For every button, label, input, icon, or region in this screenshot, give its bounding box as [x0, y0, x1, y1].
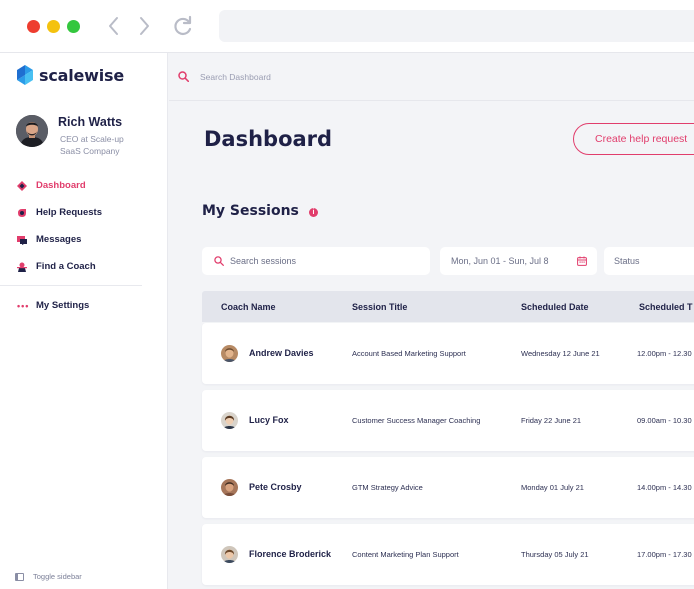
table-row[interactable]: Pete Crosby GTM Strategy Advice Monday 0…	[202, 457, 694, 518]
reload-icon[interactable]	[172, 14, 194, 38]
sidebar-item-label: My Settings	[36, 300, 90, 311]
create-help-request-button[interactable]: Create help request	[573, 123, 694, 155]
find-coach-icon	[17, 262, 27, 272]
date-range-picker[interactable]: Mon, Jun 01 - Sun, Jul 8	[440, 247, 597, 275]
session-title: Customer Success Manager Coaching	[352, 416, 481, 425]
column-header-scheduled-time[interactable]: Scheduled T	[639, 302, 693, 312]
coach-name: Andrew Davies	[249, 348, 314, 358]
search-icon	[214, 256, 224, 266]
search-icon	[178, 71, 189, 82]
sidebar-item-label: Messages	[36, 234, 82, 245]
maximize-window-button[interactable]	[67, 20, 80, 33]
dashboard-search-input[interactable]	[200, 69, 400, 84]
sidebar-item-label: Find a Coach	[36, 261, 96, 272]
sessions-search-input[interactable]	[230, 256, 420, 266]
page-title: Dashboard	[204, 127, 333, 151]
sidebar-item-dashboard[interactable]: Dashboard	[0, 172, 167, 199]
session-title: Account Based Marketing Support	[352, 349, 466, 358]
session-title: Content Marketing Plan Support	[352, 550, 459, 559]
scheduled-time: 09.00am - 10.30	[637, 416, 692, 425]
avatar	[221, 546, 238, 563]
browser-chrome	[0, 0, 694, 53]
more-dots-icon: •••	[17, 300, 30, 311]
status-filter-select[interactable]: Status	[604, 247, 694, 275]
address-bar[interactable]	[219, 10, 694, 42]
sidebar-item-help-requests[interactable]: Help Requests	[0, 199, 167, 226]
session-title: GTM Strategy Advice	[352, 483, 423, 492]
scheduled-date: Thursday 05 July 21	[521, 550, 589, 559]
sessions-table-header: Coach Name Session Title Scheduled Date …	[202, 291, 694, 322]
brand-logo[interactable]: scalewise	[16, 64, 124, 86]
scalewise-logo-icon	[17, 65, 33, 85]
sidebar-item-my-settings[interactable]: ••• My Settings	[0, 292, 167, 319]
user-role: CEO at Scale-up SaaS Company	[60, 134, 124, 156]
scheduled-time: 17.00pm - 17.30	[637, 550, 692, 559]
sidebar-item-find-a-coach[interactable]: Find a Coach	[0, 253, 167, 280]
sidebar-item-label: Dashboard	[36, 180, 86, 191]
close-window-button[interactable]	[27, 20, 40, 33]
user-profile[interactable]: Rich Watts CEO at Scale-up SaaS Company	[16, 115, 166, 165]
toggle-sidebar-label: Toggle sidebar	[33, 572, 82, 581]
sidebar-menu: Dashboard Help Requests Messages Find a …	[0, 172, 167, 280]
sidebar-item-messages[interactable]: Messages	[0, 226, 167, 253]
top-search-bar	[169, 53, 694, 101]
avatar	[221, 479, 238, 496]
help-requests-icon	[17, 208, 27, 218]
forward-arrow-icon[interactable]	[134, 15, 154, 37]
brand-name: scalewise	[39, 65, 124, 85]
table-row[interactable]: Andrew Davies Account Based Marketing Su…	[202, 323, 694, 384]
table-row[interactable]: Florence Broderick Content Marketing Pla…	[202, 524, 694, 585]
scheduled-date: Monday 01 July 21	[521, 483, 584, 492]
dashboard-diamond-icon	[17, 180, 27, 191]
sidebar-toggle-icon	[15, 572, 24, 581]
sessions-search	[202, 247, 430, 275]
column-header-scheduled-date[interactable]: Scheduled Date	[521, 302, 589, 312]
coach-name: Pete Crosby	[249, 482, 302, 492]
date-range-value: Mon, Jun 01 - Sun, Jul 8	[451, 256, 549, 266]
coach-name: Lucy Fox	[249, 415, 289, 425]
toggle-sidebar-button[interactable]: Toggle sidebar	[15, 572, 82, 581]
avatar	[221, 412, 238, 429]
scheduled-date: Wednesday 12 June 21	[521, 349, 600, 358]
sidebar-divider	[0, 285, 142, 286]
info-icon[interactable]: i	[309, 208, 318, 217]
calendar-icon	[577, 256, 587, 266]
scheduled-time: 12.00pm - 12.30	[637, 349, 692, 358]
avatar	[221, 345, 238, 362]
sidebar: scalewise Rich Watts CEO at Scale-up Saa…	[0, 53, 168, 589]
scheduled-time: 14.00pm - 14.30	[637, 483, 692, 492]
sessions-title: My Sessions	[202, 203, 299, 219]
column-header-session-title[interactable]: Session Title	[352, 302, 407, 312]
sidebar-item-label: Help Requests	[36, 207, 102, 218]
table-row[interactable]: Lucy Fox Customer Success Manager Coachi…	[202, 390, 694, 451]
user-name: Rich Watts	[58, 115, 123, 129]
column-header-coach-name[interactable]: Coach Name	[221, 302, 276, 312]
minimize-window-button[interactable]	[47, 20, 60, 33]
messages-icon	[17, 235, 27, 245]
scheduled-date: Friday 22 June 21	[521, 416, 582, 425]
status-filter-label: Status	[614, 256, 640, 266]
back-arrow-icon[interactable]	[104, 15, 124, 37]
avatar	[16, 115, 48, 147]
coach-name: Florence Broderick	[249, 549, 332, 559]
